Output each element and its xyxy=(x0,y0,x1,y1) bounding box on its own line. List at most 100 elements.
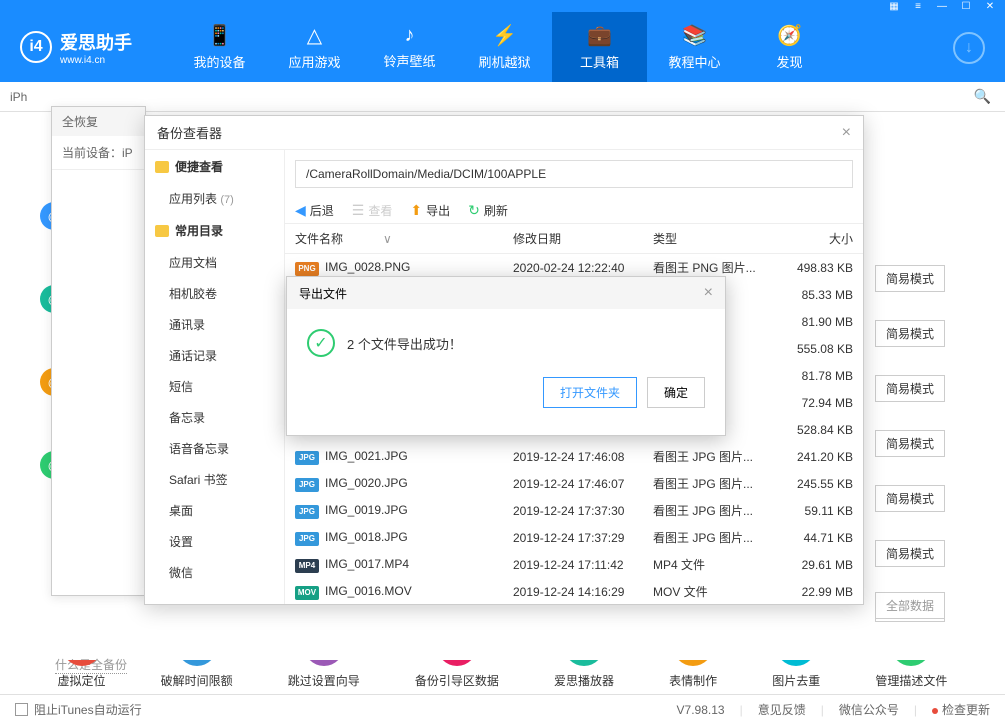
titlebar-close-icon[interactable]: ✕ xyxy=(983,1,997,11)
search-icon[interactable]: 🔍 xyxy=(970,84,995,109)
nav-label: 铃声壁纸 xyxy=(383,51,435,70)
col-type[interactable]: 类型 xyxy=(653,230,773,247)
refresh-button[interactable]: ↻刷新 xyxy=(468,202,508,219)
statusbar: 阻止iTunes自动运行 V7.98.13 | 意见反馈 | 微信公众号 | 检… xyxy=(0,694,1005,724)
nav-label: 教程中心 xyxy=(668,52,720,71)
ok-button[interactable]: 确定 xyxy=(647,377,705,408)
simple-mode-button[interactable]: 简易模式 xyxy=(875,540,945,567)
nav-icon: 💼 xyxy=(587,23,612,48)
simple-mode-button[interactable]: 简易模式 xyxy=(875,375,945,402)
simple-mode-button[interactable]: 简易模式 xyxy=(875,430,945,457)
back-icon: ◀ xyxy=(295,202,306,219)
nav-label: 发现 xyxy=(776,52,802,71)
backup-viewer-header: 备份查看器 × xyxy=(145,116,863,150)
header-download[interactable]: ↓ xyxy=(953,32,985,64)
col-name[interactable]: 文件名称∨ xyxy=(295,230,513,247)
path-bar[interactable]: /CameraRollDomain/Media/DCIM/100APPLE xyxy=(295,160,853,188)
table-row[interactable]: JPGIMG_0019.JPG2019-12-24 17:37:30看图王 JP… xyxy=(285,497,863,524)
logo-text: 爱思助手 www.i4.cn xyxy=(60,29,132,66)
sidebar-item-app-list[interactable]: 应用列表 (7) xyxy=(145,183,284,214)
tool-icon xyxy=(177,626,217,666)
nav-item-2[interactable]: ♪ 铃声壁纸 xyxy=(362,12,457,82)
bottom-tool-item[interactable]: 爱思播放器 xyxy=(554,626,614,689)
export-dialog-header: 导出文件 × xyxy=(287,277,725,309)
nav-label: 我的设备 xyxy=(193,52,245,71)
nav-item-3[interactable]: ⚡ 刷机越狱 xyxy=(457,12,552,82)
file-type-icon: JPG xyxy=(295,451,319,465)
titlebar-grid-icon[interactable]: ▦ xyxy=(887,1,901,11)
table-row[interactable]: MOVIMG_0016.MOV2019-12-24 14:16:29MOV 文件… xyxy=(285,578,863,604)
logo[interactable]: i4 爱思助手 www.i4.cn xyxy=(20,29,132,66)
table-row[interactable]: JPGIMG_0020.JPG2019-12-24 17:46:07看图王 JP… xyxy=(285,470,863,497)
table-row[interactable]: MP4IMG_0017.MP42019-12-24 17:11:42MP4 文件… xyxy=(285,551,863,578)
simple-mode-button[interactable]: 简易模式 xyxy=(875,485,945,512)
close-icon[interactable]: × xyxy=(842,124,851,142)
nav-label: 工具箱 xyxy=(580,52,619,71)
col-date[interactable]: 修改日期 xyxy=(513,230,653,247)
sidebar-item[interactable]: 微信 xyxy=(145,557,284,588)
bottom-tool-item[interactable]: 表情制作 xyxy=(669,626,717,689)
refresh-icon: ↻ xyxy=(468,202,480,219)
bottom-tool-item[interactable]: 虚拟定位 xyxy=(58,626,106,689)
nav-item-0[interactable]: 📱 我的设备 xyxy=(172,12,267,82)
tool-label: 备份引导区数据 xyxy=(415,672,499,689)
sidebar-item[interactable]: 应用文档 xyxy=(145,247,284,278)
nav-icon: 📱 xyxy=(207,23,232,48)
open-folder-button[interactable]: 打开文件夹 xyxy=(543,377,637,408)
bottom-tool-item[interactable]: 备份引导区数据 xyxy=(415,626,499,689)
simple-mode-button[interactable]: 简易模式 xyxy=(875,320,945,347)
nav-item-6[interactable]: 🧭发现 xyxy=(742,12,837,82)
file-type-icon: JPG xyxy=(295,505,319,519)
sidebar-group-common: 常用目录 xyxy=(145,214,284,247)
all-data-button[interactable]: 全部数据 xyxy=(875,592,945,619)
bottom-tool-item[interactable]: 管理描述文件 xyxy=(875,626,947,689)
export-button[interactable]: ⬆导出 xyxy=(410,202,450,219)
tool-label: 虚拟定位 xyxy=(58,672,106,689)
titlebar-maximize-icon[interactable]: ☐ xyxy=(959,1,973,11)
sidebar-item[interactable]: 桌面 xyxy=(145,495,284,526)
tool-icon xyxy=(304,626,344,666)
file-type-icon: MOV xyxy=(295,586,319,600)
nav-item-5[interactable]: 📚教程中心 xyxy=(647,12,742,82)
sidebar-item[interactable]: Safari 书签 xyxy=(145,464,284,495)
bottom-tool-item[interactable]: 跳过设置向导 xyxy=(288,626,360,689)
export-dialog-title: 导出文件 xyxy=(299,285,347,302)
titlebar-menu-icon[interactable]: ≡ xyxy=(911,1,925,11)
tool-icon xyxy=(891,626,931,666)
nav-icon: ⚡ xyxy=(492,23,517,48)
table-row[interactable]: JPGIMG_0018.JPG2019-12-24 17:37:29看图王 JP… xyxy=(285,524,863,551)
wechat-link[interactable]: 微信公众号 xyxy=(839,701,899,718)
sort-arrow-icon: ∨ xyxy=(383,232,392,246)
sidebar-item[interactable]: 设置 xyxy=(145,526,284,557)
version-label: V7.98.13 xyxy=(677,703,725,717)
itunes-checkbox[interactable] xyxy=(15,703,28,716)
simple-mode-button[interactable]: 简易模式 xyxy=(875,265,945,292)
sidebar-item[interactable]: 短信 xyxy=(145,371,284,402)
update-link[interactable]: 检查更新 xyxy=(932,701,990,718)
titlebar: ▦ ≡ — ☐ ✕ xyxy=(0,0,1005,12)
nav-item-1[interactable]: △应用游戏 xyxy=(267,12,362,82)
table-row[interactable]: JPGIMG_0021.JPG2019-12-24 17:46:08看图王 JP… xyxy=(285,443,863,470)
sidebar-item[interactable]: 通话记录 xyxy=(145,340,284,371)
itunes-label: 阻止iTunes自动运行 xyxy=(34,701,142,718)
folder-icon xyxy=(155,161,169,173)
nav-label: 刷机越狱 xyxy=(478,52,530,71)
sidebar-item[interactable]: 相机胶卷 xyxy=(145,278,284,309)
nav-icon: ♪ xyxy=(405,24,415,47)
sidebar-group-quick: 便捷查看 xyxy=(145,150,284,183)
sidebar-item[interactable]: 语音备忘录 xyxy=(145,433,284,464)
sidebar-item[interactable]: 备忘录 xyxy=(145,402,284,433)
feedback-link[interactable]: 意见反馈 xyxy=(758,701,806,718)
bottom-tool-item[interactable]: 图片去重 xyxy=(772,626,820,689)
back-button[interactable]: ◀后退 xyxy=(295,202,334,219)
titlebar-minimize-icon[interactable]: — xyxy=(935,1,949,11)
close-icon[interactable]: × xyxy=(704,284,713,302)
nav-item-4[interactable]: 💼 工具箱 xyxy=(552,12,647,82)
tool-label: 跳过设置向导 xyxy=(288,672,360,689)
col-size[interactable]: 大小 xyxy=(773,230,853,247)
sidebar-item[interactable]: 通讯录 xyxy=(145,309,284,340)
file-type-icon: PNG xyxy=(295,262,319,276)
folder-icon xyxy=(155,225,169,237)
restore-panel: 全恢复 当前设备：iP xyxy=(51,106,146,596)
bottom-tool-item[interactable]: 破解时间限额 xyxy=(161,626,233,689)
